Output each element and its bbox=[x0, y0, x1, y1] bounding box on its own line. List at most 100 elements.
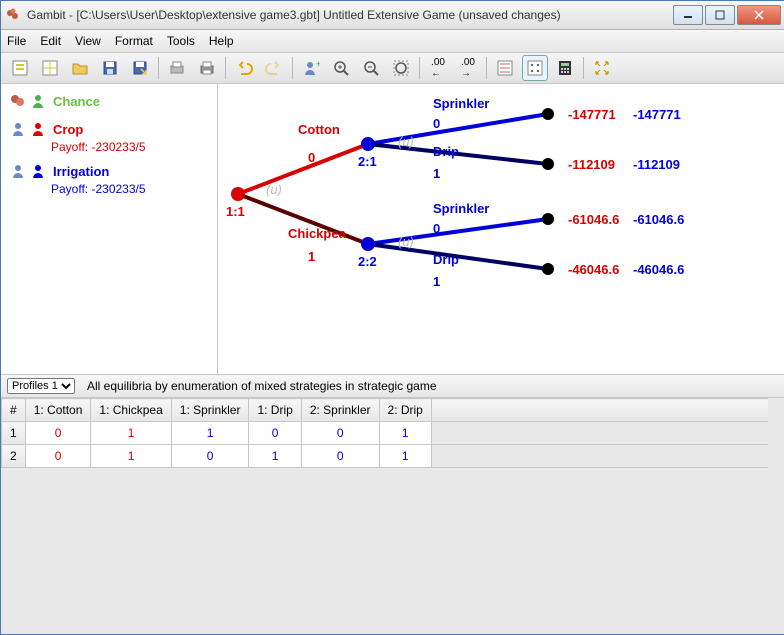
cell: 0 bbox=[301, 422, 379, 445]
leaf-label: Drip bbox=[433, 252, 459, 267]
toolbar-sep bbox=[583, 57, 584, 79]
profiles-status: All equilibria by enumeration of mixed s… bbox=[87, 379, 437, 393]
svg-text:+: + bbox=[316, 59, 320, 69]
zoom-fit-button[interactable] bbox=[388, 55, 414, 81]
col-spacer bbox=[431, 399, 768, 422]
cell: 0 bbox=[25, 422, 91, 445]
col-chickpea[interactable]: 1: Chickpea bbox=[91, 399, 171, 422]
saveas-button[interactable] bbox=[127, 55, 153, 81]
calc-button[interactable] bbox=[552, 55, 578, 81]
zoom-in-button[interactable] bbox=[328, 55, 354, 81]
col-sprinkler1[interactable]: 1: Sprinkler bbox=[171, 399, 249, 422]
cell: 0 bbox=[301, 445, 379, 468]
node-22-label: 2:2 bbox=[358, 254, 377, 269]
maximize-button[interactable] bbox=[705, 5, 735, 25]
toolbar-sep bbox=[158, 57, 159, 79]
col-sprinkler2[interactable]: 2: Sprinkler bbox=[301, 399, 379, 422]
col-drip2[interactable]: 2: Drip bbox=[379, 399, 431, 422]
leaf-index: 1 bbox=[433, 166, 440, 181]
cell: 0 bbox=[171, 445, 249, 468]
node-21-label: 2:1 bbox=[358, 154, 377, 169]
menu-edit[interactable]: Edit bbox=[40, 34, 61, 48]
menu-tools[interactable]: Tools bbox=[167, 34, 195, 48]
toolbar-sep bbox=[225, 57, 226, 79]
col-num[interactable]: # bbox=[2, 399, 26, 422]
window-buttons bbox=[671, 5, 781, 25]
save-button[interactable] bbox=[97, 55, 123, 81]
undo-button[interactable] bbox=[231, 55, 257, 81]
table-header-row: # 1: Cotton 1: Chickpea 1: Sprinkler 1: … bbox=[2, 399, 768, 422]
tree-canvas[interactable]: 1:1 Cotton 0 Chickpea 1 (u) 2:1 2:2 (u) … bbox=[218, 84, 784, 374]
table-row[interactable]: 2 0 1 0 1 0 1 bbox=[2, 445, 768, 468]
leaf-label: Drip bbox=[433, 144, 459, 159]
profiles-table-wrap[interactable]: # 1: Cotton 1: Chickpea 1: Sprinkler 1: … bbox=[1, 397, 784, 634]
u-annotation: (u) bbox=[398, 234, 414, 249]
window-title: Gambit - [C:\Users\User\Desktop\extensiv… bbox=[27, 8, 671, 22]
leaf-index: 0 bbox=[433, 116, 440, 131]
app-icon bbox=[5, 7, 21, 23]
col-drip1[interactable]: 1: Drip bbox=[249, 399, 301, 422]
minimize-button[interactable] bbox=[673, 5, 703, 25]
profiles-selector[interactable]: Profiles 1 bbox=[7, 378, 75, 394]
print-preview-button[interactable] bbox=[164, 55, 190, 81]
layout-button-1[interactable] bbox=[492, 55, 518, 81]
close-button[interactable] bbox=[737, 5, 781, 25]
branch-cotton-index: 0 bbox=[308, 150, 315, 165]
cell-spacer bbox=[431, 422, 768, 445]
menu-format[interactable]: Format bbox=[115, 34, 153, 48]
table-row[interactable]: 1 0 1 1 0 0 1 bbox=[2, 422, 768, 445]
payoff-p1: -147771 bbox=[568, 107, 616, 122]
u-annotation: (u) bbox=[398, 134, 414, 149]
redo-button[interactable] bbox=[261, 55, 287, 81]
cell: 1 bbox=[379, 422, 431, 445]
decimal-remove-button[interactable]: .00→ bbox=[455, 55, 481, 81]
person-icon bbox=[9, 120, 27, 138]
add-player-button[interactable]: + bbox=[298, 55, 324, 81]
profiles-table: # 1: Cotton 1: Chickpea 1: Sprinkler 1: … bbox=[1, 398, 768, 468]
leaf-label: Sprinkler bbox=[433, 96, 489, 111]
player-label: Irrigation bbox=[53, 164, 109, 179]
zoom-out-button[interactable] bbox=[358, 55, 384, 81]
cell: 0 bbox=[25, 445, 91, 468]
content-area: Chance Crop Payoff: -230233/5 Irrigation… bbox=[1, 84, 784, 374]
payoff-p2: -147771 bbox=[633, 107, 681, 122]
print-button[interactable] bbox=[194, 55, 220, 81]
player-crop[interactable]: Crop bbox=[9, 120, 209, 138]
u-annotation: (u) bbox=[266, 182, 282, 197]
menu-view[interactable]: View bbox=[75, 34, 101, 48]
player-panel: Chance Crop Payoff: -230233/5 Irrigation… bbox=[1, 84, 218, 374]
person-icon bbox=[29, 120, 47, 138]
new-matrix-button[interactable] bbox=[37, 55, 63, 81]
menu-help[interactable]: Help bbox=[209, 34, 234, 48]
cell: 1 bbox=[171, 422, 249, 445]
person-icon bbox=[29, 92, 47, 110]
layout-button-2[interactable] bbox=[522, 55, 548, 81]
decimal-add-button[interactable]: .00← bbox=[425, 55, 451, 81]
toolbar-sep bbox=[486, 57, 487, 79]
toolbar-sep bbox=[292, 57, 293, 79]
menu-file[interactable]: File bbox=[7, 34, 26, 48]
payoff-p2: -112109 bbox=[633, 157, 680, 172]
profiles-bar: Profiles 1 All equilibria by enumeration… bbox=[1, 374, 784, 397]
leaf-index: 1 bbox=[433, 274, 440, 289]
row-num: 2 bbox=[2, 445, 26, 468]
cell: 0 bbox=[249, 422, 301, 445]
expand-button[interactable] bbox=[589, 55, 615, 81]
person-icon bbox=[29, 162, 47, 180]
player-chance[interactable]: Chance bbox=[9, 92, 209, 110]
app-window: Gambit - [C:\Users\User\Desktop\extensiv… bbox=[0, 0, 784, 635]
payoff-p1: -46046.6 bbox=[568, 262, 619, 277]
player-irrigation[interactable]: Irrigation bbox=[9, 162, 209, 180]
payoff-p1: -112109 bbox=[568, 157, 615, 172]
open-button[interactable] bbox=[67, 55, 93, 81]
person-icon bbox=[9, 162, 27, 180]
col-cotton[interactable]: 1: Cotton bbox=[25, 399, 91, 422]
dice-icon bbox=[9, 92, 27, 110]
titlebar: Gambit - [C:\Users\User\Desktop\extensiv… bbox=[1, 1, 784, 30]
menubar: File Edit View Format Tools Help bbox=[1, 30, 784, 53]
cell: 1 bbox=[91, 422, 171, 445]
branch-chickpea-label: Chickpea bbox=[288, 226, 346, 241]
crop-payoff: Payoff: -230233/5 bbox=[51, 140, 209, 154]
leaf-index: 0 bbox=[433, 221, 440, 236]
new-tree-button[interactable] bbox=[7, 55, 33, 81]
